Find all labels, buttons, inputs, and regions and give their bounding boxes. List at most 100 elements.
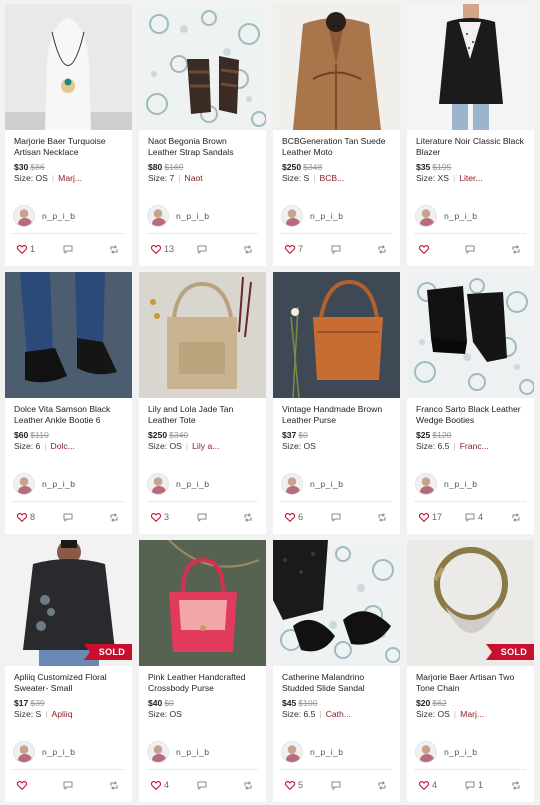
listing-title[interactable]: Lily and Lola Jade Tan Leather Tote — [148, 404, 257, 425]
seller-info[interactable]: n_p_i_b — [147, 473, 209, 495]
seller-info[interactable]: n_p_i_b — [147, 741, 209, 763]
brand-link[interactable]: Franc... — [460, 441, 489, 451]
listing-photo[interactable] — [273, 540, 400, 666]
avatar[interactable] — [281, 473, 303, 495]
listing-title[interactable]: BCBGeneration Tan Suede Leather Moto — [282, 136, 391, 157]
comment-button[interactable] — [331, 245, 371, 254]
listing-card[interactable]: Marjorie Baer Turquoise Artisan Necklace… — [5, 4, 132, 266]
share-button[interactable] — [243, 780, 256, 790]
seller-username[interactable]: n_p_i_b — [176, 747, 209, 757]
comment-button[interactable]: 1 — [465, 780, 505, 790]
avatar[interactable] — [281, 741, 303, 763]
share-button[interactable] — [243, 244, 256, 254]
brand-link[interactable]: Cath... — [326, 709, 351, 719]
listing-photo[interactable]: SOLD — [407, 540, 534, 666]
listing-card[interactable]: Vintage Handmade Brown Leather Purse $37… — [273, 272, 400, 534]
seller-info[interactable]: n_p_i_b — [415, 741, 477, 763]
share-button[interactable] — [377, 780, 390, 790]
listing-title[interactable]: Catherine Malandrino Studded Slide Sanda… — [282, 672, 391, 693]
seller-info[interactable]: n_p_i_b — [13, 741, 75, 763]
like-button[interactable]: 17 — [419, 512, 459, 522]
like-button[interactable]: 6 — [285, 512, 325, 522]
listing-title[interactable]: Literature Noir Classic Black Blazer — [416, 136, 525, 157]
listing-card[interactable]: Lily and Lola Jade Tan Leather Tote $250… — [139, 272, 266, 534]
comment-button[interactable] — [63, 781, 103, 790]
avatar[interactable] — [281, 205, 303, 227]
listing-card[interactable]: Franco Sarto Black Leather Wedge Booties… — [407, 272, 534, 534]
share-button[interactable] — [511, 780, 524, 790]
avatar[interactable] — [147, 741, 169, 763]
share-button[interactable] — [377, 244, 390, 254]
listing-title[interactable]: Vintage Handmade Brown Leather Purse — [282, 404, 391, 425]
listing-title[interactable]: Apliiq Customized Floral Sweater- Small — [14, 672, 123, 693]
seller-info[interactable]: n_p_i_b — [415, 205, 477, 227]
brand-link[interactable]: Naot — [185, 173, 203, 183]
like-button[interactable]: 3 — [151, 512, 191, 522]
listing-photo[interactable] — [273, 4, 400, 130]
comment-button[interactable] — [465, 245, 505, 254]
listing-card[interactable]: Naot Begonia Brown Leather Strap Sandals… — [139, 4, 266, 266]
share-button[interactable] — [109, 244, 122, 254]
comment-button[interactable] — [63, 513, 103, 522]
brand-link[interactable]: Marj... — [58, 173, 82, 183]
like-button[interactable]: 1 — [17, 244, 57, 254]
listing-photo[interactable] — [5, 4, 132, 130]
comment-button[interactable] — [331, 513, 371, 522]
like-button[interactable]: 4 — [151, 780, 191, 790]
avatar[interactable] — [415, 473, 437, 495]
seller-info[interactable]: n_p_i_b — [281, 473, 343, 495]
listing-photo[interactable] — [273, 272, 400, 398]
listing-title[interactable]: Marjorie Baer Turquoise Artisan Necklace — [14, 136, 123, 157]
seller-username[interactable]: n_p_i_b — [444, 211, 477, 221]
avatar[interactable] — [13, 741, 35, 763]
seller-username[interactable]: n_p_i_b — [444, 479, 477, 489]
brand-link[interactable]: Dolc... — [51, 441, 75, 451]
listing-title[interactable]: Pink Leather Handcrafted Crossbody Purse — [148, 672, 257, 693]
avatar[interactable] — [147, 205, 169, 227]
share-button[interactable] — [511, 244, 524, 254]
like-button[interactable]: 4 — [419, 780, 459, 790]
like-button[interactable] — [17, 780, 57, 790]
brand-link[interactable]: Lily a... — [192, 441, 219, 451]
listing-photo[interactable] — [407, 272, 534, 398]
like-button[interactable]: 5 — [285, 780, 325, 790]
brand-link[interactable]: Marj... — [460, 709, 484, 719]
seller-info[interactable]: n_p_i_b — [415, 473, 477, 495]
seller-info[interactable]: n_p_i_b — [281, 205, 343, 227]
seller-info[interactable]: n_p_i_b — [281, 741, 343, 763]
seller-info[interactable]: n_p_i_b — [13, 205, 75, 227]
listing-photo[interactable] — [139, 4, 266, 130]
avatar[interactable] — [415, 205, 437, 227]
listing-photo[interactable]: SOLD — [5, 540, 132, 666]
seller-username[interactable]: n_p_i_b — [42, 211, 75, 221]
listing-photo[interactable] — [5, 272, 132, 398]
comment-button[interactable] — [331, 781, 371, 790]
comment-button[interactable] — [197, 513, 237, 522]
listing-photo[interactable] — [139, 540, 266, 666]
brand-link[interactable]: BCB... — [319, 173, 344, 183]
listing-card[interactable]: Pink Leather Handcrafted Crossbody Purse… — [139, 540, 266, 802]
seller-info[interactable]: n_p_i_b — [13, 473, 75, 495]
share-button[interactable] — [377, 512, 390, 522]
share-button[interactable] — [243, 512, 256, 522]
listing-photo[interactable] — [139, 272, 266, 398]
comment-button[interactable] — [197, 781, 237, 790]
share-button[interactable] — [511, 512, 524, 522]
listing-photo[interactable] — [407, 4, 534, 130]
avatar[interactable] — [13, 205, 35, 227]
share-button[interactable] — [109, 512, 122, 522]
brand-link[interactable]: Liter... — [459, 173, 482, 183]
like-button[interactable]: 7 — [285, 244, 325, 254]
seller-username[interactable]: n_p_i_b — [176, 479, 209, 489]
avatar[interactable] — [13, 473, 35, 495]
listing-card[interactable]: SOLD Marjorie Baer Artisan Two Tone Chai… — [407, 540, 534, 802]
listing-card[interactable]: SOLD Apliiq Customized Floral Sweater- S… — [5, 540, 132, 802]
listing-title[interactable]: Dolce Vita Samson Black Leather Ankle Bo… — [14, 404, 123, 425]
seller-username[interactable]: n_p_i_b — [42, 747, 75, 757]
listing-title[interactable]: Naot Begonia Brown Leather Strap Sandals — [148, 136, 257, 157]
seller-username[interactable]: n_p_i_b — [310, 747, 343, 757]
seller-username[interactable]: n_p_i_b — [310, 211, 343, 221]
listing-title[interactable]: Franco Sarto Black Leather Wedge Booties — [416, 404, 525, 425]
seller-username[interactable]: n_p_i_b — [176, 211, 209, 221]
listing-card[interactable]: BCBGeneration Tan Suede Leather Moto $25… — [273, 4, 400, 266]
